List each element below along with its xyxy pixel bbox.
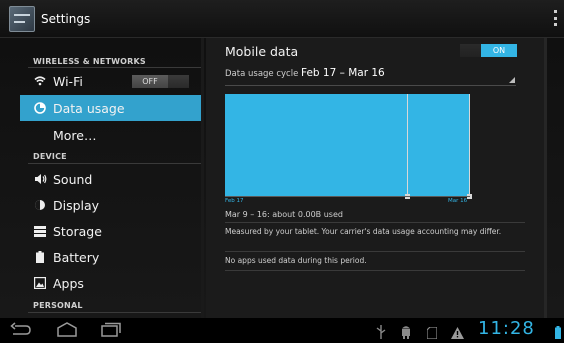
data-usage-chart (225, 94, 472, 199)
system-clock[interactable]: 11:28 (478, 318, 535, 339)
sidebar-item-label: Storage (53, 223, 102, 239)
home-icon[interactable] (56, 322, 78, 342)
blank-icon-spacer (33, 128, 47, 142)
sidebar-item-label: Data usage (53, 100, 125, 116)
chart-limit-handle[interactable] (407, 94, 408, 196)
data-usage-panel: Mobile data ON Data usage cycle Feb 17 –… (206, 38, 544, 318)
system-navigation-bar: 11:28 (0, 318, 564, 343)
divider (225, 251, 525, 252)
display-icon (33, 198, 47, 212)
sidebar-item-label: Sound (53, 171, 93, 187)
sidebar-item-apps[interactable]: Apps (20, 270, 201, 296)
sidebar-item-more[interactable]: More… (20, 122, 201, 148)
battery-icon (33, 250, 47, 264)
panel-title: Mobile data (225, 44, 299, 59)
dropdown-caret-icon (509, 77, 515, 83)
battery-status-icon[interactable] (555, 324, 561, 343)
mobile-data-toggle[interactable]: ON (460, 44, 517, 57)
sidebar-item-label: Battery (53, 249, 100, 265)
sidebar-item-battery[interactable]: Battery (20, 244, 201, 270)
section-divider (28, 163, 201, 164)
sidebar-item-label: More… (53, 127, 97, 143)
sidebar-scrollbar[interactable] (201, 38, 204, 318)
wifi-toggle[interactable]: OFF (132, 75, 189, 88)
sd-card-icon[interactable] (426, 324, 438, 343)
sidebar-item-label: Display (53, 197, 100, 213)
back-icon[interactable] (10, 322, 32, 342)
wifi-toggle-knob: OFF (132, 75, 168, 88)
usb-icon[interactable] (376, 324, 386, 343)
settings-app-icon[interactable] (9, 5, 35, 32)
mobile-data-toggle-knob: ON (481, 44, 517, 57)
sidebar-item-label: Apps (53, 275, 84, 291)
wifi-icon (33, 74, 47, 88)
sidebar-item-wifi[interactable]: Wi-Fi OFF (20, 68, 201, 94)
sidebar-item-display[interactable]: Display (20, 192, 201, 218)
sidebar-item-sound[interactable]: Sound (20, 166, 201, 192)
section-header-wireless: WIRELESS & NETWORKS (33, 57, 146, 66)
content-area: WIRELESS & NETWORKS Wi-Fi OFF Data usage… (0, 38, 564, 318)
recent-apps-icon[interactable] (100, 322, 122, 342)
sidebar-item-data-usage[interactable]: Data usage (20, 95, 201, 121)
chart-baseline (225, 196, 470, 197)
chart-end-label: Mar 16 (448, 198, 468, 204)
carrier-note: Measured by your tablet. Your carrier's … (225, 227, 502, 236)
overflow-menu-icon[interactable] (554, 10, 558, 26)
warning-icon[interactable] (451, 324, 464, 343)
storage-icon (33, 224, 47, 238)
sidebar-item-storage[interactable]: Storage (20, 218, 201, 244)
app-title: Settings (41, 11, 91, 26)
divider (225, 222, 525, 223)
section-header-personal: PERSONAL (33, 301, 83, 310)
cycle-label: Data usage cycle (225, 69, 299, 79)
android-debug-icon[interactable] (400, 324, 412, 343)
action-bar: Settings (0, 0, 564, 38)
apps-icon (33, 276, 47, 290)
cycle-value: Feb 17 – Mar 16 (301, 67, 385, 79)
no-apps-message: No apps used data during this period. (225, 256, 367, 265)
sound-icon (33, 172, 47, 186)
section-header-device: DEVICE (33, 152, 67, 161)
chart-end-handle[interactable] (469, 94, 470, 196)
data-usage-icon (33, 101, 47, 115)
detail-scrollbar[interactable] (544, 38, 547, 318)
usage-summary: Mar 9 – 16: about 0.00B used (225, 210, 343, 219)
data-usage-cycle-dropdown[interactable]: Data usage cycle Feb 17 – Mar 16 (225, 67, 516, 86)
divider (225, 270, 525, 271)
chart-start-label: Feb 17 (225, 198, 244, 204)
sidebar-item-label: Wi-Fi (53, 73, 83, 89)
settings-sidebar: WIRELESS & NETWORKS Wi-Fi OFF Data usage… (20, 38, 201, 318)
section-divider (28, 312, 201, 313)
